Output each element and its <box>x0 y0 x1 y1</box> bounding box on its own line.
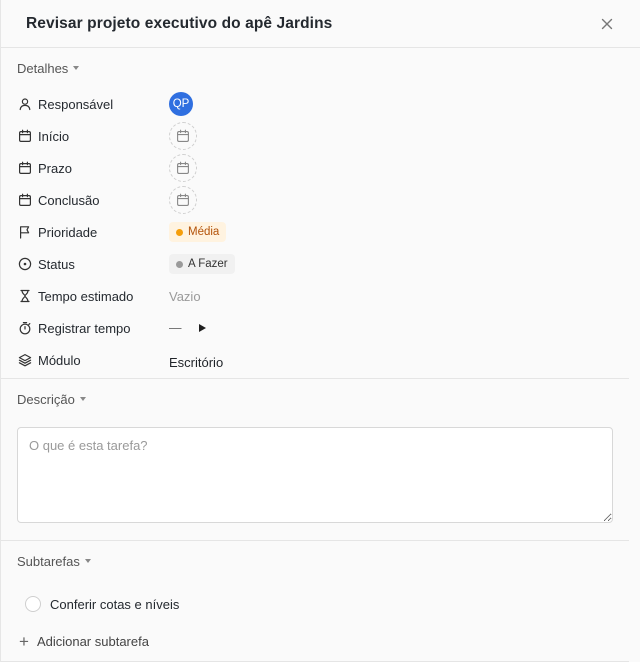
property-time-log: Registrar tempo — <box>1 312 629 344</box>
time-log-value: — <box>169 321 182 335</box>
due-label: Prazo <box>38 160 72 176</box>
assignee-avatar[interactable]: QP <box>169 92 193 116</box>
layers-icon <box>18 354 32 367</box>
description-input[interactable] <box>17 427 613 523</box>
flag-icon <box>20 226 30 239</box>
calendar-icon <box>177 161 189 174</box>
property-completion-date: Conclusão <box>1 184 629 216</box>
status-dot <box>176 260 183 268</box>
calendar-icon <box>19 129 32 143</box>
estimate-label: Tempo estimado <box>38 288 134 304</box>
start-date-picker[interactable] <box>169 122 197 150</box>
completion-date-picker[interactable] <box>169 186 197 214</box>
subtasks-section: Subtarefas Conferir cotas e níveis + Adi… <box>1 541 629 662</box>
module-value[interactable]: Escritório <box>169 355 223 370</box>
start-timer-button[interactable] <box>196 322 208 334</box>
property-priority: Prioridade Média <box>1 216 629 248</box>
priority-dot <box>176 228 183 236</box>
priority-value: Média <box>188 226 220 238</box>
completion-label: Conclusão <box>38 192 100 208</box>
description-section: Descrição <box>1 379 629 541</box>
subtasks-heading: Subtarefas <box>17 553 80 569</box>
property-module: Módulo Escritório <box>1 344 629 376</box>
estimate-value[interactable]: Vazio <box>169 289 201 304</box>
hourglass-icon <box>20 289 30 303</box>
status-badge[interactable]: A Fazer <box>169 254 235 274</box>
caret-down-icon <box>79 397 86 401</box>
close-icon <box>601 18 613 29</box>
priority-label: Prioridade <box>38 224 98 240</box>
description-toggle[interactable]: Descrição <box>1 379 629 419</box>
play-icon <box>198 324 206 332</box>
add-subtask-label: Adicionar subtarefa <box>36 633 149 649</box>
subtask-checkbox[interactable] <box>25 596 41 612</box>
priority-badge[interactable]: Média <box>169 222 227 242</box>
details-heading: Detalhes <box>17 60 69 76</box>
calendar-icon <box>177 129 189 142</box>
calendar-icon <box>19 193 32 207</box>
module-label: Módulo <box>38 352 81 368</box>
plus-icon: + <box>19 631 29 651</box>
subtasks-toggle[interactable]: Subtarefas <box>1 541 629 581</box>
property-status: Status A Fazer <box>1 248 629 280</box>
stopwatch-icon <box>19 322 31 335</box>
details-section: Detalhes Responsável QP Início Prazo Con… <box>1 48 629 379</box>
status-circle-icon <box>18 257 32 271</box>
calendar-icon <box>177 193 189 206</box>
due-date-picker[interactable] <box>169 154 197 182</box>
description-heading: Descrição <box>17 391 75 407</box>
subtask-label[interactable]: Conferir cotas e níveis <box>50 597 179 612</box>
user-icon <box>19 98 31 111</box>
caret-down-icon <box>73 66 80 70</box>
close-button[interactable] <box>598 15 616 33</box>
start-label: Início <box>38 128 70 144</box>
status-value: A Fazer <box>188 258 228 270</box>
panel-header: Revisar projeto executivo do apê Jardins <box>1 0 640 48</box>
task-title[interactable]: Revisar projeto executivo do apê Jardins <box>26 15 332 33</box>
task-detail-panel: Revisar projeto executivo do apê Jardins… <box>0 0 640 662</box>
calendar-icon <box>19 161 32 175</box>
assignee-label: Responsável <box>38 96 114 112</box>
property-estimate: Tempo estimado Vazio <box>1 280 629 312</box>
subtask-item: Conferir cotas e níveis <box>1 587 629 621</box>
property-assignee: Responsável QP <box>1 88 629 120</box>
property-due-date: Prazo <box>1 152 629 184</box>
status-label: Status <box>38 256 75 272</box>
details-toggle[interactable]: Detalhes <box>1 48 629 88</box>
caret-down-icon <box>84 559 91 563</box>
time-log-label: Registrar tempo <box>38 320 131 336</box>
property-start-date: Início <box>1 120 629 152</box>
add-subtask-button[interactable]: + Adicionar subtarefa <box>1 621 629 661</box>
